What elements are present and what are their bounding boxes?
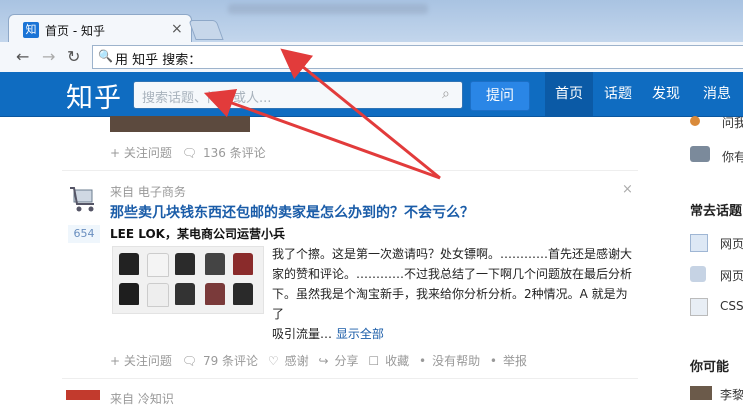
address-bar-text: 用 知乎 搜索：: [115, 53, 202, 68]
may-know-heading: 你可能: [690, 360, 730, 375]
avatar: [690, 386, 712, 400]
zhihu-search-input[interactable]: 搜索话题、问题或人... ⌕: [133, 81, 463, 109]
search-placeholder: 搜索话题、问题或人...: [142, 91, 272, 106]
question-title-link[interactable]: 那些卖几块钱东西还包邮的卖家是怎么办到的？不会亏么？: [110, 202, 474, 222]
separator-dot: •: [489, 354, 497, 368]
previous-item-image: [110, 116, 250, 132]
bookmark-icon: ☐: [368, 354, 380, 368]
browser-toolbar: ← → ↻ 🔍 用 知乎 搜索：: [0, 42, 743, 73]
answer-thumbnail-image[interactable]: [112, 246, 264, 314]
separator-dot: •: [418, 354, 427, 368]
follow-question-link[interactable]: + 关注问题: [110, 354, 172, 368]
new-tab-button[interactable]: [188, 20, 224, 40]
zhihu-header: 知乎 搜索话题、问题或人... ⌕ 提问 首页 话题 发现 消息: [0, 72, 743, 117]
share-link[interactable]: 分享: [335, 354, 359, 368]
previous-item-actions: + 关注问题 🗨 136 条评论: [110, 144, 272, 161]
ask-question-button[interactable]: 提问: [470, 81, 530, 111]
browser-tab-active[interactable]: 知 首页 - 知乎 ×: [8, 14, 192, 45]
show-all-link[interactable]: 显示全部: [336, 327, 384, 341]
right-sidebar: 问我 你有 常去话题 网页 网页 CSS 你可能 李黎: [686, 114, 743, 403]
feed: + 关注问题 🗨 136 条评论 来自 电子商务 × 那些卖几块钱东西还包邮的卖家…: [62, 116, 638, 406]
common-topics-heading: 常去话题: [690, 204, 743, 219]
zhihu-favicon-icon: 知: [23, 22, 39, 38]
tab-close-icon[interactable]: ×: [171, 21, 183, 37]
report-link[interactable]: 举报: [503, 354, 527, 368]
thanks-link[interactable]: 感谢: [285, 354, 309, 368]
css-icon: [690, 298, 708, 316]
answer-author[interactable]: LEE LOK，某电商公司运营小兵: [110, 225, 285, 242]
user-icon: [690, 116, 700, 126]
divider: [62, 378, 638, 379]
collect-link[interactable]: 收藏: [385, 354, 409, 368]
item-source: 来自 电子商务: [110, 185, 186, 199]
address-bar[interactable]: 🔍 用 知乎 搜索：: [92, 45, 743, 69]
nav-discover[interactable]: 发现: [646, 72, 686, 116]
browser-tab-strip: 知 首页 - 知乎 ×: [0, 0, 743, 45]
close-icon[interactable]: ×: [622, 182, 633, 197]
nav-topics[interactable]: 话题: [598, 72, 638, 116]
topic-item[interactable]: CSS: [720, 299, 743, 313]
divider: [62, 170, 638, 171]
item-actions: + 关注问题 🗨 79 条评论 ♡ 感谢 ↪ 分享 ☐ 收藏 • 没有帮助 • 举报: [110, 352, 533, 369]
web-page-icon: [690, 266, 706, 282]
next-item-avatar: [66, 390, 100, 400]
web-page-icon: [690, 234, 708, 252]
back-arrow-icon[interactable]: ←: [16, 47, 29, 66]
search-icon[interactable]: ⌕: [442, 86, 450, 102]
follow-question-link[interactable]: + 关注问题: [110, 146, 172, 160]
next-item-source: 来自 冷知识: [110, 392, 174, 406]
shopping-cart-icon: [70, 187, 94, 212]
answer-excerpt: 我了个擦。这是第一次邀请吗？处女镖啊。…………首先还是感谢大 家的赞和评论。………: [272, 244, 638, 344]
zhihu-logo[interactable]: 知乎: [66, 76, 122, 115]
answer-line: 下。虽然我是个淘宝新手，我来给你分析分析。2种情况。A 就是为了: [272, 287, 628, 321]
no-help-link[interactable]: 没有帮助: [432, 354, 480, 368]
comments-link[interactable]: 79 条评论: [203, 354, 258, 368]
sidebar-item[interactable]: 问我: [722, 114, 743, 131]
tab-title: 首页 - 知乎: [45, 24, 105, 38]
sidebar-item[interactable]: 你有: [722, 148, 743, 165]
comment-icon: 🗨: [181, 146, 197, 160]
reload-icon[interactable]: ↻: [67, 47, 80, 66]
nav-home[interactable]: 首页: [545, 72, 593, 116]
share-icon: ↪: [318, 354, 329, 368]
nav-messages[interactable]: 消息: [697, 72, 737, 116]
topic-item[interactable]: 网页: [720, 235, 743, 252]
answer-line: 吸引流量…: [272, 327, 333, 341]
user-icon: [690, 146, 710, 162]
vote-count[interactable]: 654: [68, 225, 100, 243]
comment-icon: 🗨: [181, 354, 197, 368]
answer-line: 家的赞和评论。…………不过我总结了一下啊几个问题放在最后分析: [272, 267, 633, 281]
blurred-background-text: [228, 4, 428, 14]
forward-arrow-icon[interactable]: →: [42, 47, 55, 66]
person-name[interactable]: 李黎: [720, 386, 743, 403]
answer-line: 我了个擦。这是第一次邀请吗？处女镖啊。…………首先还是感谢大: [272, 247, 633, 261]
topic-item[interactable]: 网页: [720, 267, 743, 284]
comments-link[interactable]: 136 条评论: [203, 146, 266, 160]
search-icon: 🔍: [98, 49, 113, 63]
heart-icon: ♡: [267, 354, 279, 368]
